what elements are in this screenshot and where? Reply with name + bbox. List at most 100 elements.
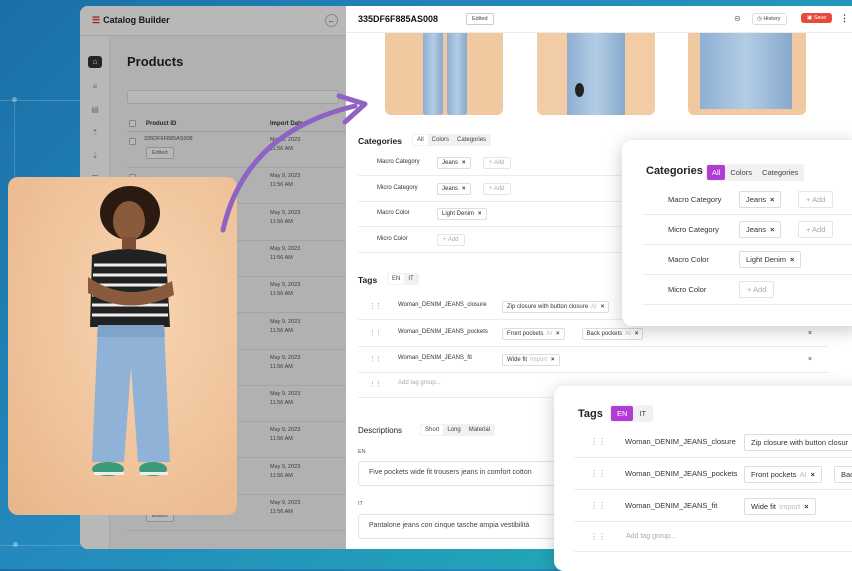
zoom-tab-it[interactable]: IT (633, 406, 652, 421)
tag-chip[interactable]: Wide fit Import × (502, 354, 560, 366)
tag-group-name: Woman_DENIM_JEANS_closure (398, 302, 487, 308)
descriptions-title: Descriptions (358, 426, 403, 435)
zoom-category-row: Micro Color + Add (642, 275, 852, 305)
chip-text: Wide fit (751, 502, 777, 511)
desc-it-lang: IT (358, 501, 363, 507)
bg-dot (13, 542, 18, 547)
drag-handle-icon[interactable]: ⋮⋮ (369, 302, 382, 310)
chip-source-label: AI (591, 304, 597, 310)
description-tabs: Short Long Material (420, 424, 496, 436)
description-it-field[interactable]: Pantalone jeans con cinque tasche ampia … (358, 514, 558, 539)
description-en-field[interactable]: Five pockets wide fit trousers jeans in … (358, 461, 558, 486)
drag-handle-icon[interactable]: ⋮⋮ (369, 329, 382, 337)
zoom-category-row: Macro Color Light Denim × (642, 245, 852, 275)
remove-icon[interactable]: × (478, 211, 482, 217)
bg-line (14, 100, 15, 180)
zoom-category-chip[interactable]: Light Denim × (739, 251, 802, 268)
tags-title: Tags (358, 275, 378, 285)
tag-chip[interactable]: Front pockets AI × (502, 327, 565, 340)
tag-chip[interactable]: Back pockets AI × (581, 327, 644, 340)
zoom-category-chip[interactable]: Jeans × (739, 221, 782, 238)
remove-icon[interactable]: × (601, 304, 605, 310)
tab-categories[interactable]: Categories (453, 135, 490, 145)
zoom-add-button[interactable]: + Add (798, 221, 834, 238)
zoom-tag-row: ⋮⋮ Woman_DENIM_JEANS_pockets Front pockets… (574, 458, 852, 490)
chip-text: Light Denim (442, 211, 475, 218)
zoom-tag-chip[interactable]: Zip closure with button closur (744, 434, 852, 451)
remove-icon[interactable]: × (811, 470, 815, 479)
remove-icon[interactable]: × (770, 195, 774, 204)
drag-handle-icon[interactable]: ⋮⋮ (590, 469, 606, 478)
zoom-add-tag-group-row[interactable]: ⋮⋮ Add tag group... (574, 522, 852, 552)
drag-handle-icon[interactable]: ⋮⋮ (590, 437, 606, 446)
zoom-category-chip[interactable]: Jeans × (739, 191, 782, 208)
category-label: Macro Category (377, 159, 420, 165)
chip-source-label: Import (779, 502, 801, 511)
zoom-category-label: Micro Color (668, 285, 707, 294)
drag-handle-icon[interactable]: ⋮⋮ (590, 501, 606, 510)
zoom-tab-all[interactable]: All (707, 165, 726, 180)
zoom-categories-title: Categories (646, 165, 703, 177)
zoom-tab-colors[interactable]: Colors (725, 165, 757, 180)
tab-all[interactable]: All (413, 135, 428, 145)
chip-text: Zip closure with button closur (751, 438, 849, 447)
tab-en[interactable]: EN (388, 274, 405, 284)
drag-handle-icon[interactable]: ⋮⋮ (369, 355, 382, 363)
category-chip[interactable]: Jeans × (437, 182, 471, 195)
product-photo-3[interactable] (688, 33, 806, 115)
tab-long[interactable]: Long (443, 425, 464, 435)
tags-zoom-card: Tags EN IT ⋮⋮ Woman_DENIM_JEANS_closure Zi… (554, 386, 852, 571)
remove-icon[interactable]: × (635, 331, 639, 337)
more-menu-icon[interactable]: ⋮ (840, 13, 849, 24)
tab-material[interactable]: Material (465, 425, 494, 435)
add-button[interactable]: + Add (483, 182, 511, 195)
category-chip[interactable]: Light Denim × (437, 208, 487, 221)
curved-arrow-icon (220, 93, 368, 233)
zoom-tag-chip[interactable]: Wide fit Import × (744, 498, 816, 515)
remove-icon[interactable]: × (462, 186, 466, 192)
remove-icon[interactable]: × (804, 502, 808, 511)
zoom-add-button[interactable]: + Add (739, 281, 775, 298)
chip-text: Zip closure with button closure (507, 304, 589, 310)
zoom-tag-chip[interactable]: Front pockets AI × (744, 466, 822, 483)
add-button[interactable]: + Add (437, 234, 465, 247)
add-button[interactable]: + Add (483, 157, 511, 169)
remove-icon[interactable]: × (551, 357, 555, 363)
desc-en-lang: EN (358, 449, 366, 455)
product-photo-1[interactable] (385, 33, 503, 115)
link-icon[interactable]: ⊝ (734, 14, 741, 23)
zoom-tag-row: ⋮⋮ Woman_DENIM_JEANS_fit Wide fit Import × (574, 490, 852, 522)
remove-icon[interactable]: × (790, 255, 794, 264)
tab-it[interactable]: IT (404, 274, 417, 284)
zoom-tag-chip[interactable]: Bac (834, 466, 852, 483)
drag-handle-icon: ⋮⋮ (369, 381, 382, 388)
tag-language-tabs: EN IT (387, 273, 419, 285)
chip-text: Light Denim (746, 255, 787, 264)
zoom-category-row: Macro Category Jeans × + Add (642, 185, 852, 215)
zoom-category-tabs: All Colors Categories (706, 164, 805, 181)
category-label: Micro Color (377, 236, 408, 243)
save-button[interactable]: ▣ Save (801, 13, 833, 23)
zoom-add-button[interactable]: + Add (798, 191, 834, 208)
model-photo-card (8, 177, 237, 515)
history-button[interactable]: ◷ History (752, 13, 788, 25)
remove-icon[interactable]: × (556, 331, 560, 337)
chip-source-label: Import (530, 357, 548, 363)
tag-chip[interactable]: Zip closure with button closure AI × (502, 301, 610, 313)
zoom-tab-categories[interactable]: Categories (757, 165, 803, 180)
tag-row: ⋮⋮ Woman_DENIM_JEANS_fit Wide fit Import × × (358, 347, 828, 373)
category-chip[interactable]: Jeans × (437, 157, 471, 169)
zoom-category-label: Micro Category (668, 225, 719, 234)
remove-row-icon[interactable]: × (808, 356, 812, 363)
tab-short[interactable]: Short (421, 425, 444, 435)
product-photo-2[interactable] (537, 33, 655, 115)
chip-text: Front pockets (751, 470, 797, 479)
product-id-title: 335DF6F885AS008 (358, 14, 439, 24)
remove-icon[interactable]: × (462, 160, 466, 166)
remove-row-icon[interactable]: × (808, 330, 812, 337)
tab-colors[interactable]: Colors (428, 135, 453, 145)
model-illustration (88, 186, 174, 476)
zoom-category-row: Micro Category Jeans × + Add (642, 215, 852, 245)
remove-icon[interactable]: × (770, 225, 774, 234)
zoom-tab-en[interactable]: EN (611, 406, 634, 421)
